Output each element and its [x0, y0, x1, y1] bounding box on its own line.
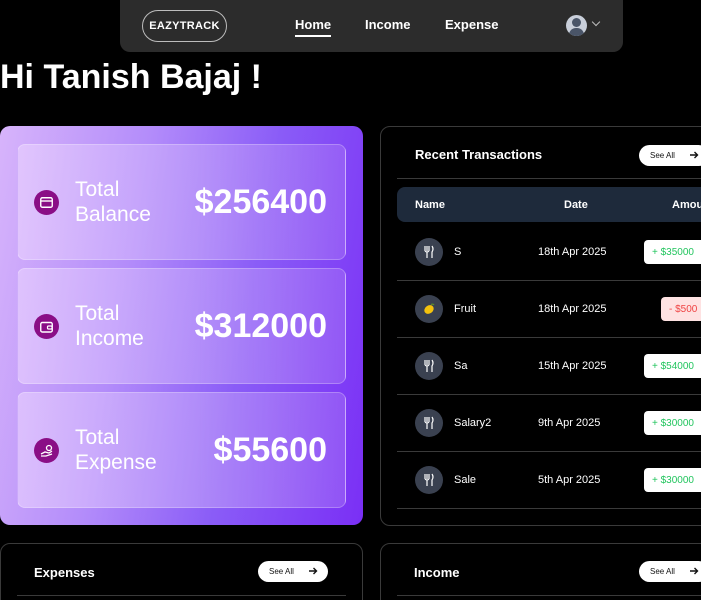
amount-badge: - $500 — [661, 297, 701, 321]
card-label: Total Income — [75, 302, 144, 350]
see-all-button[interactable]: See All — [258, 561, 328, 582]
nav-home-link[interactable]: Home — [295, 17, 332, 37]
see-all-button[interactable]: See All — [639, 145, 701, 166]
utensils-icon — [415, 466, 443, 494]
tx-name: Sale — [454, 474, 477, 486]
divider — [397, 178, 701, 179]
tx-date: 18th Apr 2025 — [538, 246, 607, 258]
tx-name: S — [454, 246, 462, 258]
greeting-heading: Hi Tanish Bajaj ! — [0, 58, 262, 96]
wallet-icon — [34, 314, 59, 339]
utensils-icon — [415, 238, 443, 266]
see-all-button[interactable]: See All — [639, 561, 701, 582]
recent-transactions-panel: Recent Transactions See All Name Date Am… — [380, 126, 701, 526]
table-row[interactable]: Sa 15th Apr 2025 + $54000 — [397, 338, 701, 395]
column-header: Date — [564, 199, 588, 211]
top-navbar: EAZYTRACK Home Income Expense — [120, 0, 623, 52]
arrow-right-icon — [690, 567, 699, 575]
panel-title: Expenses — [34, 565, 95, 580]
total-balance-card: Total Balance $256400 — [17, 144, 346, 260]
table-row[interactable]: S 18th Apr 2025 + $35000 — [397, 224, 701, 281]
card-label: Total Balance — [75, 178, 151, 226]
total-income-card: Total Income $312000 — [17, 268, 346, 384]
column-header: Amount — [672, 199, 701, 211]
chevron-down-icon[interactable] — [591, 17, 601, 27]
see-all-label: See All — [650, 567, 675, 576]
expenses-panel: Expenses See All — [0, 543, 363, 600]
credit-card-icon — [34, 190, 59, 215]
card-amount: $55600 — [213, 431, 327, 469]
user-avatar[interactable] — [566, 15, 587, 36]
tx-date: 9th Apr 2025 — [538, 417, 601, 429]
amount-badge: + $54000 — [644, 354, 701, 378]
logo[interactable]: EAZYTRACK — [142, 10, 227, 42]
total-expense-card: Total Expense $55600 — [17, 392, 346, 508]
nav-expense-link[interactable]: Expense — [445, 17, 498, 32]
arrow-right-icon — [309, 567, 318, 575]
hand-coins-icon — [34, 438, 59, 463]
tx-date: 15th Apr 2025 — [538, 360, 607, 372]
income-panel: Income See All — [380, 543, 701, 600]
see-all-label: See All — [269, 567, 294, 576]
panel-title: Income — [414, 565, 460, 580]
see-all-label: See All — [650, 151, 675, 160]
amount-badge: + $30000 — [644, 468, 701, 492]
tx-date: 18th Apr 2025 — [538, 303, 607, 315]
column-header: Name — [415, 199, 445, 211]
lemon-icon — [415, 295, 443, 323]
tx-date: 5th Apr 2025 — [538, 474, 601, 486]
tx-name: Fruit — [454, 303, 476, 315]
utensils-icon — [415, 409, 443, 437]
nav-income-link[interactable]: Income — [365, 17, 411, 32]
table-row[interactable]: Fruit 18th Apr 2025 - $500 — [397, 281, 701, 338]
tx-name: Sa — [454, 360, 468, 372]
tx-name: Salary2 — [454, 417, 492, 429]
card-amount: $312000 — [194, 307, 327, 345]
amount-badge: + $35000 — [644, 240, 701, 264]
divider — [17, 595, 346, 596]
card-label: Total Expense — [75, 426, 157, 474]
arrow-right-icon — [690, 151, 699, 159]
table-row[interactable]: Sale 5th Apr 2025 + $30000 — [397, 452, 701, 509]
panel-title: Recent Transactions — [415, 147, 543, 162]
amount-badge: + $30000 — [644, 411, 701, 435]
table-header: Name Date Amount — [397, 187, 701, 222]
divider — [397, 595, 701, 596]
utensils-icon — [415, 352, 443, 380]
card-amount: $256400 — [194, 183, 327, 221]
table-row[interactable]: Salary2 9th Apr 2025 + $30000 — [397, 395, 701, 452]
